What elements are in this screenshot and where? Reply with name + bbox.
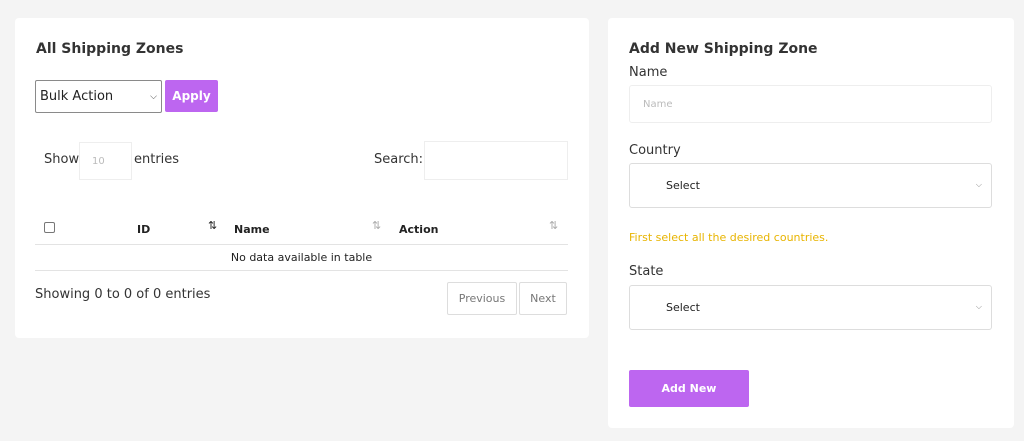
country-hint: First select all the desired countries.	[629, 231, 829, 244]
show-label: Show	[44, 152, 80, 167]
sort-arrows-icon[interactable]: ⇅	[372, 219, 381, 232]
sort-arrows-icon[interactable]: ⇅	[549, 219, 558, 232]
previous-page-button[interactable]: Previous	[447, 282, 517, 315]
chevron-down-icon: ⌵	[150, 91, 157, 102]
column-header-name[interactable]: Name	[234, 223, 270, 236]
state-select[interactable]: Select ⌵	[629, 285, 992, 330]
search-label: Search:	[374, 152, 424, 167]
add-shipping-zone-panel: Add New Shipping Zone Name Name Country …	[608, 18, 1014, 428]
state-select-value: Select	[666, 301, 700, 314]
column-header-action[interactable]: Action	[399, 223, 438, 236]
column-header-id[interactable]: ID	[137, 223, 150, 236]
chevron-down-icon: ⌵	[975, 302, 982, 311]
chevron-down-icon: ⌵	[975, 180, 982, 189]
name-label: Name	[629, 65, 668, 80]
shipping-zones-panel: All Shipping Zones Bulk Action ⌵ Apply S…	[15, 18, 589, 338]
add-new-button[interactable]: Add New	[629, 370, 749, 407]
apply-button[interactable]: Apply	[165, 80, 218, 112]
table-info: Showing 0 to 0 of 0 entries	[35, 287, 211, 302]
next-page-button[interactable]: Next	[519, 282, 567, 315]
country-select[interactable]: Select ⌵	[629, 163, 992, 208]
name-input[interactable]: Name	[629, 85, 992, 123]
entries-label: entries	[134, 152, 180, 167]
search-input[interactable]	[424, 141, 568, 180]
entries-per-page-input[interactable]: 10	[79, 142, 132, 180]
select-all-checkbox[interactable]	[44, 222, 55, 233]
country-label: Country	[629, 143, 681, 158]
bulk-action-value: Bulk Action	[40, 89, 114, 104]
sort-arrows-icon[interactable]: ⇅	[208, 219, 217, 232]
table-header: ID ⇅ Name ⇅ Action ⇅	[35, 213, 568, 245]
empty-table-row: No data available in table	[35, 245, 568, 271]
bulk-action-select[interactable]: Bulk Action ⌵	[35, 80, 162, 113]
country-select-value: Select	[666, 179, 700, 192]
state-label: State	[629, 264, 664, 279]
panel-title: All Shipping Zones	[36, 41, 184, 57]
panel-title: Add New Shipping Zone	[629, 41, 818, 57]
